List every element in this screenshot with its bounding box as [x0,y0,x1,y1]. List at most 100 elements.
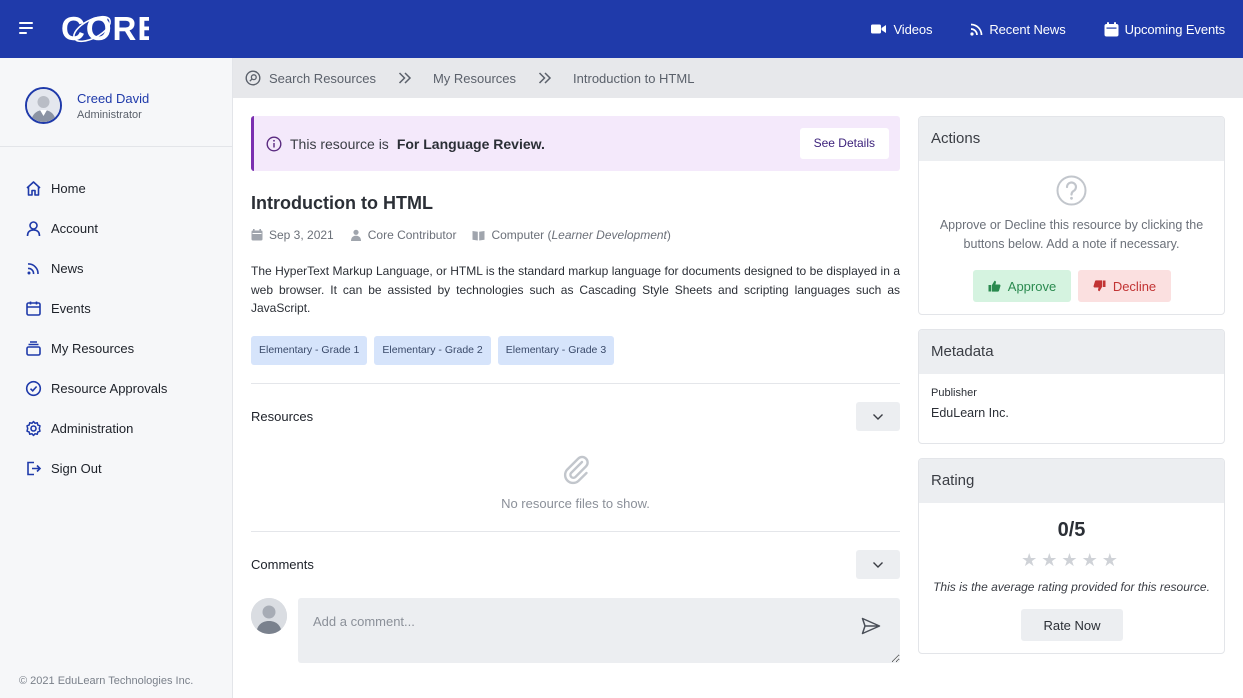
alert-text: This resource is [290,135,389,152]
grade-tags: Elementary - Grade 1 Elementary - Grade … [251,335,900,365]
resources-empty-text: No resource files to show. [501,495,650,511]
send-icon [861,617,881,634]
grade-tag[interactable]: Elementary - Grade 1 [251,335,368,365]
chevron-double-right-icon [398,72,412,84]
stack-icon [26,340,41,356]
top-bar: CORE Videos Recent News Upcoming Events [0,0,1243,58]
alert-status: For Language Review. [396,135,545,152]
actions-panel-title: Actions [919,117,1224,161]
grade-tag[interactable]: Elementary - Grade 2 [374,335,491,365]
resource-description: The HyperText Markup Language, or HTML i… [251,264,900,315]
resource-detail: This resource is For Language Review. Se… [251,116,900,663]
see-details-button[interactable]: See Details [799,128,889,159]
paperclip-icon [563,455,589,484]
nav-upcoming-events-label: Upcoming Events [1124,21,1225,37]
decline-button[interactable]: Decline [1078,270,1171,302]
sidebar-item-home[interactable]: Home [0,168,232,208]
comment-composer [251,597,900,663]
star-icon: ★ [1061,550,1082,570]
publisher-label: Publisher [931,387,977,399]
sidebar-item-label: Events [51,300,91,316]
copyright-footer: © 2021 EduLearn Technologies Inc. [19,675,194,687]
sidebar-item-resource-approvals[interactable]: Resource Approvals [0,368,232,408]
comments-section-title: Comments [251,557,314,572]
approve-label: Approve [1007,278,1057,294]
breadcrumb: Search Resources My Resources Introducti… [233,58,1243,98]
calendar-icon [251,229,263,241]
sidebar: Creed David Administrator Home Account N… [0,58,233,698]
resource-date: Sep 3, 2021 [251,228,334,242]
resource-title: Introduction to HTML [251,193,433,213]
resource-meta: Sep 3, 2021 Core Contributor Computer (L… [251,228,900,242]
sidebar-item-news[interactable]: News [0,248,232,288]
sidebar-item-label: Home [51,180,86,196]
sidebar-item-label: Sign Out [51,460,102,476]
svg-text:CORE: CORE [61,10,149,47]
sidebar-item-sign-out[interactable]: Sign Out [0,448,232,488]
sidebar-item-administration[interactable]: Administration [0,408,232,448]
rating-score: 0/5 [1057,519,1086,541]
rss-icon [27,262,39,274]
decline-label: Decline [1112,278,1157,294]
video-icon [871,24,887,34]
comment-input[interactable] [298,597,900,663]
avatar [25,87,62,124]
resource-contributor[interactable]: Core Contributor [350,228,456,242]
grade-tag[interactable]: Elementary - Grade 3 [497,335,615,365]
avatar [251,597,287,634]
breadcrumb-label: Search Resources [269,70,376,86]
breadcrumb-search-resources[interactable]: Search Resources [245,70,376,86]
publisher-value: EduLearn Inc. [931,406,1009,420]
nav-videos[interactable]: Videos [871,22,932,37]
core-logo-icon: CORE [61,10,149,47]
breadcrumb-label: My Resources [432,70,517,86]
rating-panel-title: Rating [919,459,1224,503]
breadcrumb-my-resources[interactable]: My Resources [433,71,516,86]
user-icon [26,220,41,236]
user-name[interactable]: Creed David [77,91,149,106]
sidebar-nav: Home Account News Events My Resources Re… [0,147,232,488]
resources-empty-state: No resource files to show. [251,450,900,531]
comments-collapse-button[interactable] [856,550,900,579]
top-nav: Videos Recent News Upcoming Events [871,0,1225,58]
metadata-panel: Metadata Publisher EduLearn Inc. [918,329,1225,444]
star-icon: ★ [1101,550,1122,570]
approve-button[interactable]: Approve [973,270,1071,302]
nav-upcoming-events[interactable]: Upcoming Events [1104,21,1225,37]
star-icon: ★ [1081,550,1102,570]
chevron-down-icon [873,561,883,568]
nav-recent-news[interactable]: Recent News [970,21,1066,37]
user-profile[interactable]: Creed David Administrator [0,58,232,147]
sidebar-item-my-resources[interactable]: My Resources [0,328,232,368]
chevron-double-right-icon [538,72,552,84]
logo[interactable]: CORE [61,9,149,49]
sidebar-item-events[interactable]: Events [0,288,232,328]
send-button[interactable] [861,617,881,640]
breadcrumb-label: Introduction to HTML [573,70,695,86]
calendar-icon [26,301,41,316]
check-circle-icon [25,380,42,396]
nav-recent-news-label: Recent News [989,21,1066,37]
resources-section-title: Resources [251,409,314,424]
question-icon [1056,175,1087,206]
resource-subject: Computer (Learner Development) [472,228,671,242]
info-icon [266,135,282,152]
search-icon [245,70,261,86]
user-role: Administrator [77,109,142,121]
nav-videos-label: Videos [893,21,933,37]
rating-panel: Rating 0/5 ★★★★★ This is the average rat… [918,458,1225,654]
gear-icon [26,420,41,436]
sidebar-item-label: Administration [51,420,134,436]
resources-section-header: Resources [251,384,900,450]
sign-out-icon [27,461,42,475]
thumbs-up-icon [988,280,1001,292]
sidebar-item-account[interactable]: Account [0,208,232,248]
review-status-alert: This resource is For Language Review. Se… [251,116,900,171]
rss-icon [970,23,983,36]
rating-note: This is the average rating provided for … [933,580,1210,594]
breadcrumb-current: Introduction to HTML [573,71,694,86]
rate-now-button[interactable]: Rate Now [1021,609,1123,641]
menu-icon[interactable] [19,22,35,36]
resource-subject-category: Learner Development [551,228,667,242]
resources-collapse-button[interactable] [856,402,900,431]
